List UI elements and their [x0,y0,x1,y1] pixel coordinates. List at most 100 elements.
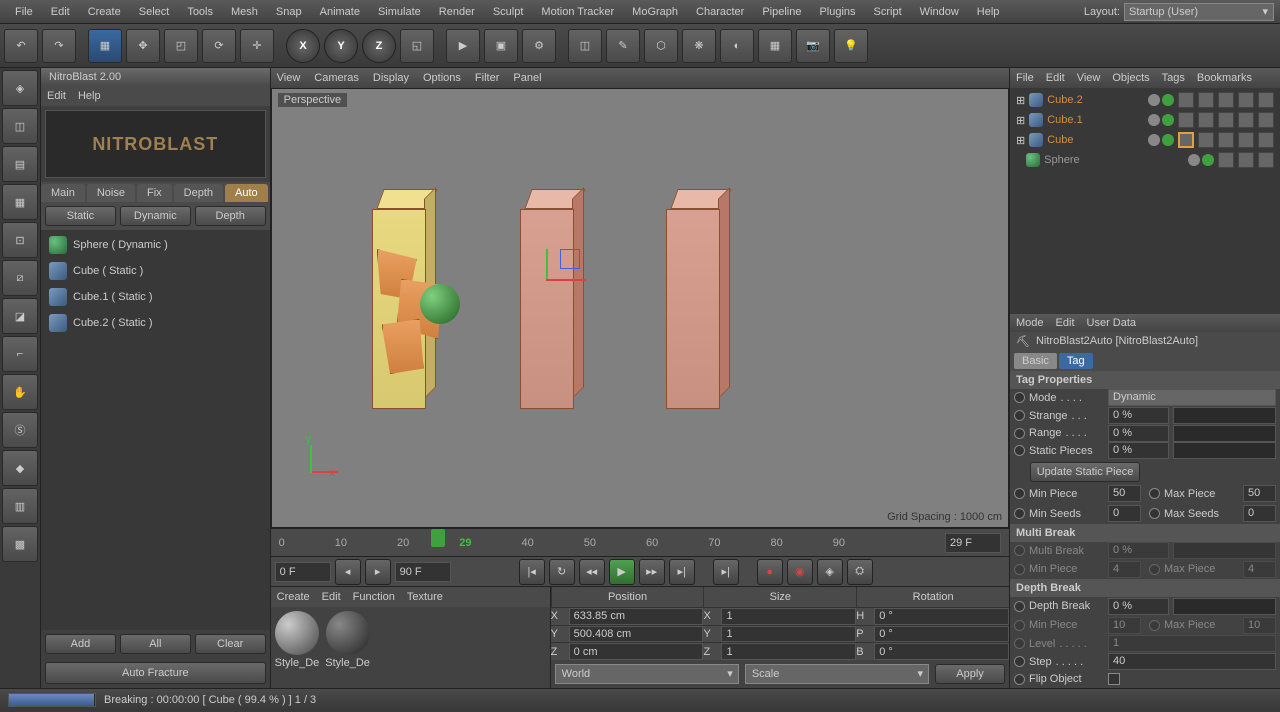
pos-y-field[interactable]: 500.408 cm [569,626,704,643]
nitro-menu-edit[interactable]: Edit [47,90,66,102]
redo-button[interactable]: ↷ [42,29,76,63]
locked-wp-button[interactable]: ▥ [2,488,38,524]
max-piece-field[interactable]: 50 [1243,485,1276,502]
render-settings-button[interactable]: ⚙ [522,29,556,63]
radio-icon[interactable] [1014,428,1025,439]
menu-sculpt[interactable]: Sculpt [484,2,533,22]
scale-dropdown[interactable]: Scale [745,664,929,684]
add-scene-button[interactable]: 💡 [834,29,868,63]
add-generator-button[interactable]: ⬡ [644,29,678,63]
tag-icon[interactable] [1218,112,1234,128]
keyframe-button[interactable]: ◈ [817,559,843,585]
axis-mode-button[interactable]: ⌐ [2,336,38,372]
tag-icon[interactable] [1258,152,1274,168]
recent-tool-button[interactable]: ✛ [240,29,274,63]
max-seeds-field[interactable]: 0 [1243,505,1276,522]
all-button[interactable]: All [120,634,191,654]
menu-help[interactable]: Help [968,2,1009,22]
scale-tool-button[interactable]: ◰ [164,29,198,63]
menu-mesh[interactable]: Mesh [222,2,267,22]
playhead[interactable] [431,529,445,547]
om-menu-file[interactable]: File [1016,72,1034,84]
menu-mograph[interactable]: MoGraph [623,2,687,22]
poly-mode-button[interactable]: ◪ [2,298,38,334]
range-field[interactable]: 0 % [1108,425,1169,442]
cube-object-3[interactable] [666,189,728,409]
step-field[interactable]: 40 [1108,653,1276,670]
rot-p-field[interactable]: 0 ° [874,626,1009,643]
play-button[interactable]: ▶ [609,559,635,585]
attr-menu-userdata[interactable]: User Data [1087,317,1137,329]
timeline-ruler[interactable]: 0 10 20 29 40 50 60 70 80 90 29 F [271,528,1009,556]
radio-icon[interactable] [1014,508,1025,519]
rot-b-field[interactable]: 0 ° [874,643,1009,660]
om-menu-bookmarks[interactable]: Bookmarks [1197,72,1252,84]
nitro-menu-help[interactable]: Help [78,90,101,102]
vp-menu-filter[interactable]: Filter [475,72,499,84]
menu-window[interactable]: Window [911,2,968,22]
add-environment-button[interactable]: ◐ [720,29,754,63]
tag-icon[interactable] [1238,132,1254,148]
tag-icon[interactable] [1178,92,1194,108]
tab-main[interactable]: Main [41,184,85,202]
list-item[interactable]: Sphere ( Dynamic ) [43,232,268,258]
om-row[interactable]: Sphere [1012,150,1278,170]
radio-icon[interactable] [1014,656,1025,667]
next-key-button[interactable]: ▸ [365,559,391,585]
render-view-button[interactable]: ▶ [446,29,480,63]
list-item[interactable]: Cube.2 ( Static ) [43,310,268,336]
z-axis-button[interactable]: Z [362,29,396,63]
radio-icon[interactable] [1149,508,1160,519]
perspective-viewport[interactable]: Perspective Grid Spacing : 1000 cm [271,88,1009,528]
undo-button[interactable]: ↶ [4,29,38,63]
menu-plugins[interactable]: Plugins [810,2,864,22]
attr-tab-tag[interactable]: Tag [1059,353,1093,369]
min-piece-field[interactable]: 50 [1108,485,1141,502]
key-options-button[interactable]: ⛭ [847,559,873,585]
snap-button[interactable]: Ⓢ [2,412,38,448]
om-menu-view[interactable]: View [1077,72,1101,84]
tag-icon[interactable] [1238,152,1254,168]
goto-end-button[interactable]: ▸| [669,559,695,585]
rot-h-field[interactable]: 0 ° [874,608,1009,625]
start-frame-field[interactable]: 0 F [275,562,331,582]
menu-file[interactable]: File [6,2,42,22]
vp-menu-display[interactable]: Display [373,72,409,84]
live-select-button[interactable]: ▦ [88,29,122,63]
size-x-field[interactable]: 1 [721,608,856,625]
apply-button[interactable]: Apply [935,664,1005,684]
om-menu-edit[interactable]: Edit [1046,72,1065,84]
edge-mode-button[interactable]: ⧄ [2,260,38,296]
radio-icon[interactable] [1014,445,1025,456]
add-camera-button[interactable]: ▦ [758,29,792,63]
pos-z-field[interactable]: 0 cm [569,643,704,660]
static-button[interactable]: Static [45,206,116,226]
menu-animate[interactable]: Animate [311,2,369,22]
add-cube-button[interactable]: ◫ [568,29,602,63]
add-light-button[interactable]: 📷 [796,29,830,63]
coord-system-button[interactable]: ◱ [400,29,434,63]
tab-fix[interactable]: Fix [137,184,172,202]
mode-dropdown[interactable]: Dynamic [1108,389,1276,406]
end-frame-field[interactable]: 90 F [395,562,451,582]
add-spline-button[interactable]: ✎ [606,29,640,63]
loop-button[interactable]: ↻ [549,559,575,585]
tag-icon[interactable] [1218,152,1234,168]
autokey-button[interactable]: ◉ [787,559,813,585]
pos-x-field[interactable]: 633.85 cm [569,608,704,625]
menu-character[interactable]: Character [687,2,753,22]
menu-snap[interactable]: Snap [267,2,311,22]
goto-next-button[interactable]: ▸| [713,559,739,585]
point-mode-button[interactable]: ⊡ [2,222,38,258]
vp-menu-view[interactable]: View [277,72,301,84]
sphere-object[interactable] [420,284,460,324]
flip-checkbox[interactable] [1108,673,1120,685]
om-row[interactable]: ⊞ Cube.1 [1012,110,1278,130]
vp-menu-panel[interactable]: Panel [513,72,541,84]
depth-button[interactable]: Depth [195,206,266,226]
radio-icon[interactable] [1014,392,1025,403]
auto-fracture-button[interactable]: Auto Fracture [45,662,266,684]
om-row[interactable]: ⊞ Cube.2 [1012,90,1278,110]
dynamic-button[interactable]: Dynamic [120,206,191,226]
tag-icon[interactable] [1198,112,1214,128]
